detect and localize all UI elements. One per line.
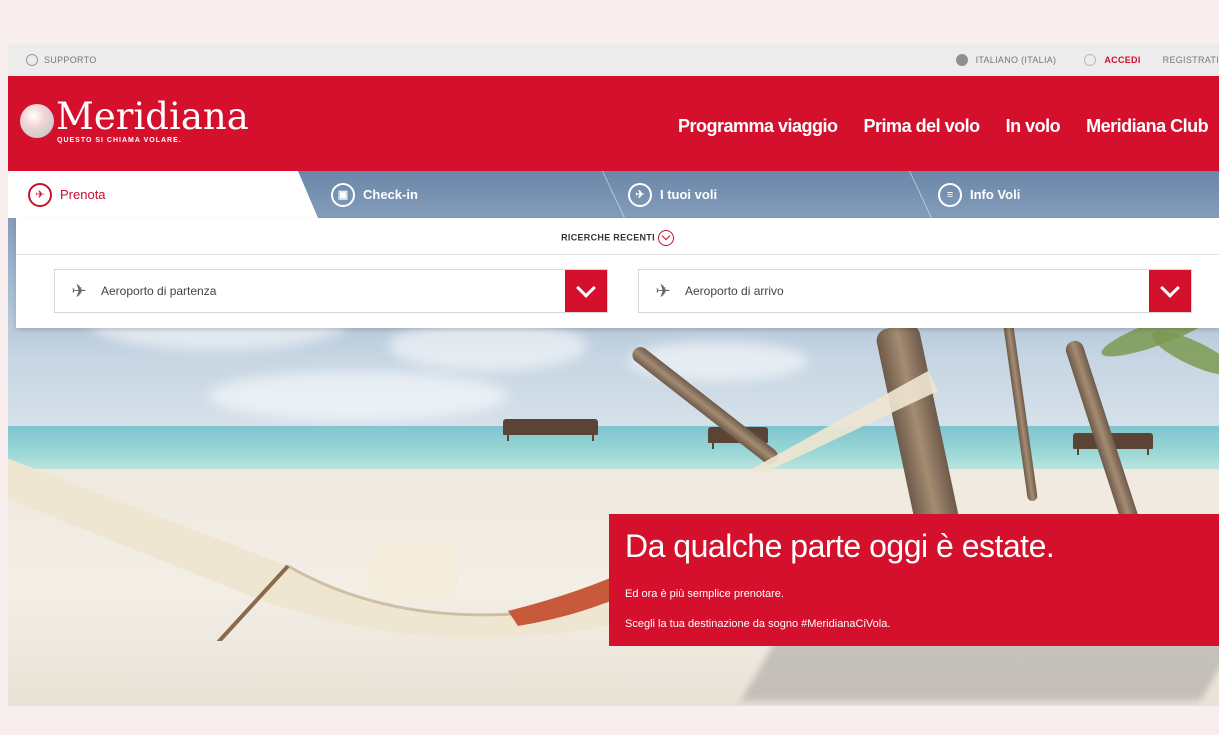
tab-label: I tuoi voli	[660, 187, 718, 202]
globe-icon	[955, 54, 968, 66]
promo-title: Da qualche parte oggi è estate.	[625, 528, 1055, 564]
logo[interactable]: Meridiana QUESTO SI CHIAMA VOLARE.	[20, 98, 249, 144]
nav-in-volo[interactable]: In volo	[1006, 116, 1061, 137]
login-link[interactable]: ACCEDI	[1104, 55, 1140, 65]
language-selector[interactable]: ITALIANO (ITALIA)	[976, 55, 1057, 65]
departure-dropdown-button[interactable]	[565, 270, 607, 312]
tab-info-voli[interactable]: ≡ Info Voli	[938, 171, 1020, 218]
tab-label: Prenota	[60, 187, 106, 202]
promo-banner[interactable]: Da qualche parte oggi è estate. Ed ora è…	[609, 514, 1219, 646]
search-panel: RICERCHE RECENTI ✈ Aeroporto di partenza…	[16, 218, 1219, 328]
nav-prima-del-volo[interactable]: Prima del volo	[864, 116, 981, 137]
arrival-placeholder: Aeroporto di arrivo	[685, 284, 784, 298]
promo-line-1: Ed ora è più semplice prenotare.	[625, 588, 784, 600]
departure-plane-icon: ✈	[71, 280, 87, 301]
plane-icon: ✈	[28, 182, 52, 207]
tab-prenota[interactable]: ✈ Prenota	[8, 171, 318, 218]
arrival-airport-field[interactable]: ✈ Aeroporto di arrivo	[638, 269, 1192, 313]
promo-line-2: Scegli la tua destinazione da sogno #Mer…	[625, 618, 891, 630]
tab-check-in[interactable]: ▣ Check-in	[331, 171, 418, 218]
utility-bar: SUPPORTO ITALIANO (ITALIA) ACCEDI REGIST…	[8, 44, 1219, 76]
logo-mark	[20, 104, 54, 138]
main-header: Meridiana QUESTO SI CHIAMA VOLARE. Progr…	[8, 76, 1219, 171]
tab-i-tuoi-voli[interactable]: ✈ I tuoi voli	[628, 171, 717, 218]
recent-searches-label: RICERCHE RECENTI	[561, 232, 655, 243]
tab-label: Check-in	[363, 187, 418, 202]
support-link[interactable]: SUPPORTO	[26, 54, 97, 66]
page: SUPPORTO ITALIANO (ITALIA) ACCEDI REGIST…	[8, 44, 1219, 706]
nav-programma-viaggio[interactable]: Programma viaggio	[678, 116, 838, 137]
brand-name: Meridiana	[56, 95, 249, 138]
departure-airport-field[interactable]: ✈ Aeroporto di partenza	[54, 269, 608, 313]
nav-meridiana-club[interactable]: Meridiana Club	[1086, 116, 1209, 137]
hero: ✈ Prenota ▣ Check-in ✈ I tuoi voli ≡ Inf…	[8, 171, 1219, 706]
flight-search-icon: ✈	[628, 182, 652, 207]
main-nav: Programma viaggio Prima del volo In volo…	[678, 116, 1209, 137]
checkin-icon: ▣	[331, 182, 355, 207]
booking-tabs: ✈ Prenota ▣ Check-in ✈ I tuoi voli ≡ Inf…	[8, 171, 1219, 218]
brand-tagline: QUESTO SI CHIAMA VOLARE.	[57, 137, 182, 144]
arrival-plane-icon: ✈	[655, 280, 671, 301]
register-link[interactable]: REGISTRATI	[1163, 55, 1219, 65]
support-icon	[26, 54, 38, 66]
recent-searches[interactable]: RICERCHE RECENTI	[16, 230, 1219, 246]
tab-label: Info Voli	[970, 187, 1021, 202]
support-label: SUPPORTO	[44, 55, 97, 65]
chevron-down-icon	[657, 230, 674, 246]
arrival-dropdown-button[interactable]	[1149, 270, 1191, 312]
user-icon	[1084, 54, 1097, 66]
departure-placeholder: Aeroporto di partenza	[101, 284, 217, 298]
info-icon: ≡	[938, 182, 962, 207]
